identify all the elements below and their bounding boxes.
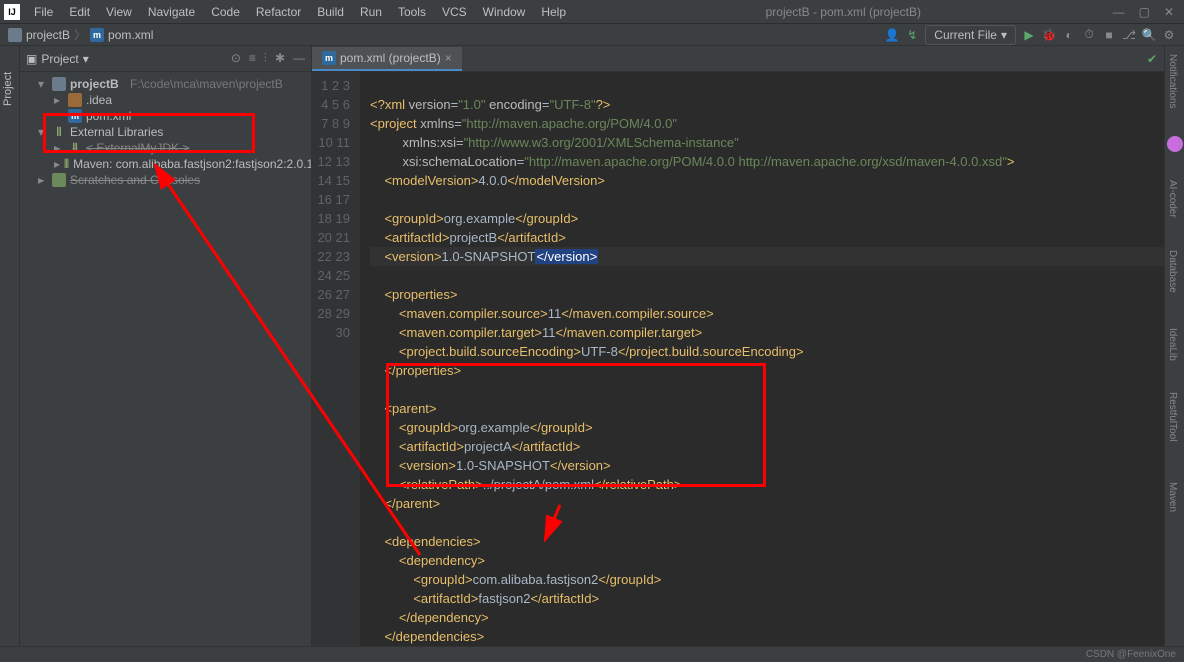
build-hammer-icon[interactable]: ↯ <box>905 28 919 42</box>
git-icon[interactable]: ⎇ <box>1122 28 1136 42</box>
menu-code[interactable]: Code <box>203 2 248 22</box>
menu-help[interactable]: Help <box>533 2 574 22</box>
debug-icon[interactable]: 🐞 <box>1042 28 1056 42</box>
expand-all-icon[interactable]: ≡ <box>249 51 256 66</box>
menu-edit[interactable]: Edit <box>61 2 98 22</box>
rail-project-tab[interactable]: Project <box>2 72 14 106</box>
tree-jdk[interactable]: ▸⫴< ExternalMyJDK > <box>20 140 311 156</box>
tab-close-icon[interactable]: × <box>445 51 452 65</box>
collapse-all-icon[interactable]: ⫶ <box>264 51 267 66</box>
app-logo: IJ <box>4 4 20 20</box>
right-rail: Notifications AI-coder Database IdeaLib … <box>1164 46 1184 646</box>
profile-icon[interactable]: ⏱ <box>1082 28 1096 42</box>
watermark: CSDN @FeenixOne <box>1086 649 1176 660</box>
window-title: projectB - pom.xml (projectB) <box>574 5 1113 19</box>
title-bar: IJ File Edit View Navigate Code Refactor… <box>0 0 1184 24</box>
minimize-icon[interactable]: — <box>1113 5 1125 19</box>
project-view-selector[interactable]: ▣ Project ▾ <box>26 52 89 66</box>
crumb-file[interactable]: mpom.xml <box>90 28 153 42</box>
avatar-icon[interactable]: 👤 <box>885 28 899 42</box>
project-pane: ▣ Project ▾ ⊙ ≡ ⫶ ✱ — ▾projectB F:\code\… <box>20 46 312 646</box>
run-config-dropdown[interactable]: Current File▾ <box>925 25 1016 45</box>
settings-icon[interactable]: ⚙ <box>1162 28 1176 42</box>
select-opened-file-icon[interactable]: ⊙ <box>231 51 241 66</box>
menu-vcs[interactable]: VCS <box>434 2 475 22</box>
stop-icon[interactable]: ■ <box>1102 28 1116 42</box>
view-options-icon[interactable]: ✱ <box>275 51 285 66</box>
tree-scratches[interactable]: ▸Scratches and Consoles <box>20 172 311 188</box>
menu-tools[interactable]: Tools <box>390 2 434 22</box>
tree-root[interactable]: ▾projectB F:\code\mca\maven\projectB <box>20 76 311 92</box>
menu-navigate[interactable]: Navigate <box>140 2 203 22</box>
code-editor[interactable]: <?xml version="1.0" encoding="UTF-8"?> <… <box>360 72 1164 646</box>
tab-idealib[interactable]: IdeaLib <box>1165 324 1180 365</box>
tab-pom[interactable]: mpom.xml (projectB)× <box>312 47 462 71</box>
aicoder-icon[interactable] <box>1167 136 1183 152</box>
tab-aicoder[interactable]: AI-coder <box>1165 176 1180 222</box>
tab-restfultool[interactable]: RestfulTool <box>1165 388 1180 445</box>
crumb-root[interactable]: projectB <box>8 28 70 42</box>
tab-notifications[interactable]: Notifications <box>1165 50 1180 112</box>
status-bar: CSDN @FeenixOne <box>0 646 1184 662</box>
maximize-icon[interactable]: ▢ <box>1139 5 1150 19</box>
breadcrumb: projectB 〉 mpom.xml 👤 ↯ Current File▾ ▶ … <box>0 24 1184 46</box>
close-icon[interactable]: ✕ <box>1164 5 1174 19</box>
tree-idea-dir[interactable]: ▸.idea <box>20 92 311 108</box>
tab-database[interactable]: Database <box>1165 246 1180 297</box>
search-icon[interactable]: 🔍 <box>1142 28 1156 42</box>
hide-icon[interactable]: — <box>293 51 305 66</box>
tree-external-libraries[interactable]: ▾⫴External Libraries <box>20 124 311 140</box>
tree-pom[interactable]: mpom.xml <box>20 108 311 124</box>
run-icon[interactable]: ▶ <box>1022 28 1036 42</box>
menu-window[interactable]: Window <box>475 2 534 22</box>
menu-run[interactable]: Run <box>352 2 390 22</box>
menu-view[interactable]: View <box>98 2 140 22</box>
coverage-icon[interactable]: ◐ <box>1062 28 1076 42</box>
inspection-ok-icon[interactable]: ✔ <box>1150 52 1164 66</box>
line-gutter: 1 2 3 4 5 6 7 8 9 10 11 12 13 14 15 16 1… <box>312 72 360 646</box>
tree-maven-lib[interactable]: ▸⫴Maven: com.alibaba.fastjson2:fastjson2… <box>20 156 311 172</box>
left-rail: Project <box>0 46 20 646</box>
menu-build[interactable]: Build <box>309 2 352 22</box>
tab-maven[interactable]: Maven <box>1165 478 1180 516</box>
editor-tabs: mpom.xml (projectB)× ✔ <box>312 46 1164 72</box>
menu-file[interactable]: File <box>26 2 61 22</box>
menu-refactor[interactable]: Refactor <box>248 2 309 22</box>
